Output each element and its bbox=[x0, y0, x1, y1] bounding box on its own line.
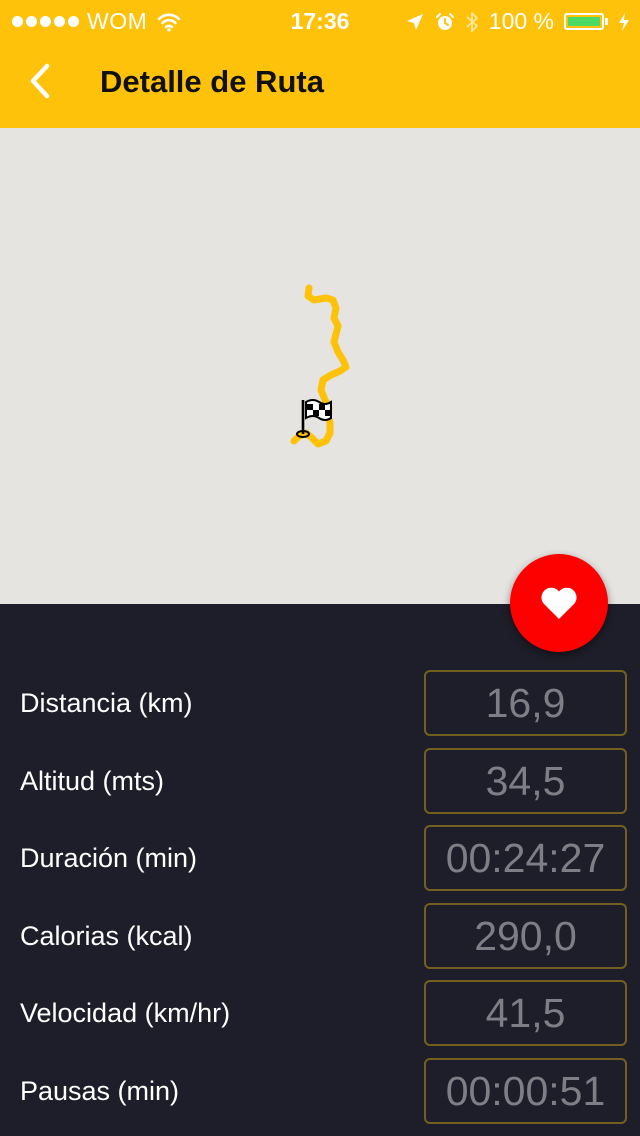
stat-value: 00:24:27 bbox=[424, 825, 627, 891]
nav-bar: Detalle de Ruta bbox=[0, 40, 640, 128]
stat-row-speed: Velocidad (km/hr) 41,5 bbox=[0, 980, 640, 1046]
stat-value: 34,5 bbox=[424, 748, 627, 814]
app-screen: WOM 17:36 100 % Detalle de Ruta Distanci… bbox=[0, 0, 640, 1136]
stat-label: Velocidad (km/hr) bbox=[20, 998, 231, 1028]
stat-row-altitude: Altitud (mts) 34,5 bbox=[0, 748, 640, 814]
back-button[interactable] bbox=[18, 58, 64, 104]
stat-value: 41,5 bbox=[424, 980, 627, 1046]
battery-icon bbox=[564, 13, 608, 30]
status-bar: WOM 17:36 100 % bbox=[0, 0, 640, 40]
bluetooth-icon bbox=[466, 11, 478, 32]
alarm-clock-icon bbox=[435, 12, 454, 30]
route-map[interactable] bbox=[0, 128, 640, 604]
stat-label: Calorias (kcal) bbox=[20, 921, 193, 951]
stat-row-distance: Distancia (km) 16,9 bbox=[0, 670, 640, 736]
location-arrow-icon bbox=[406, 13, 423, 30]
battery-percentage: 100 % bbox=[488, 8, 554, 34]
stat-label: Altitud (mts) bbox=[20, 766, 165, 796]
header: WOM 17:36 100 % Detalle de Ruta bbox=[0, 0, 640, 128]
heart-icon bbox=[541, 587, 577, 619]
stat-row-calories: Calorias (kcal) 290,0 bbox=[0, 903, 640, 969]
stat-value: 00:00:51 bbox=[424, 1058, 627, 1124]
stat-label: Pausas (min) bbox=[20, 1076, 180, 1106]
favorite-button[interactable] bbox=[510, 554, 608, 652]
stat-label: Distancia (km) bbox=[20, 688, 193, 718]
stat-row-duration: Duración (min) 00:24:27 bbox=[0, 825, 640, 891]
stat-row-pauses: Pausas (min) 00:00:51 bbox=[0, 1058, 640, 1124]
stat-value: 290,0 bbox=[424, 903, 627, 969]
chevron-left-icon bbox=[30, 63, 50, 99]
status-right: 100 % bbox=[405, 8, 630, 35]
charging-bolt-icon bbox=[619, 12, 629, 31]
stat-value: 16,9 bbox=[424, 670, 627, 736]
stat-label: Duración (min) bbox=[20, 843, 198, 873]
checkered-flag-icon bbox=[296, 399, 332, 438]
page-title: Detalle de Ruta bbox=[100, 64, 324, 99]
route-stats: Distancia (km) 16,9 Altitud (mts) 34,5 D… bbox=[0, 604, 640, 1136]
route-map-canvas bbox=[290, 284, 350, 448]
